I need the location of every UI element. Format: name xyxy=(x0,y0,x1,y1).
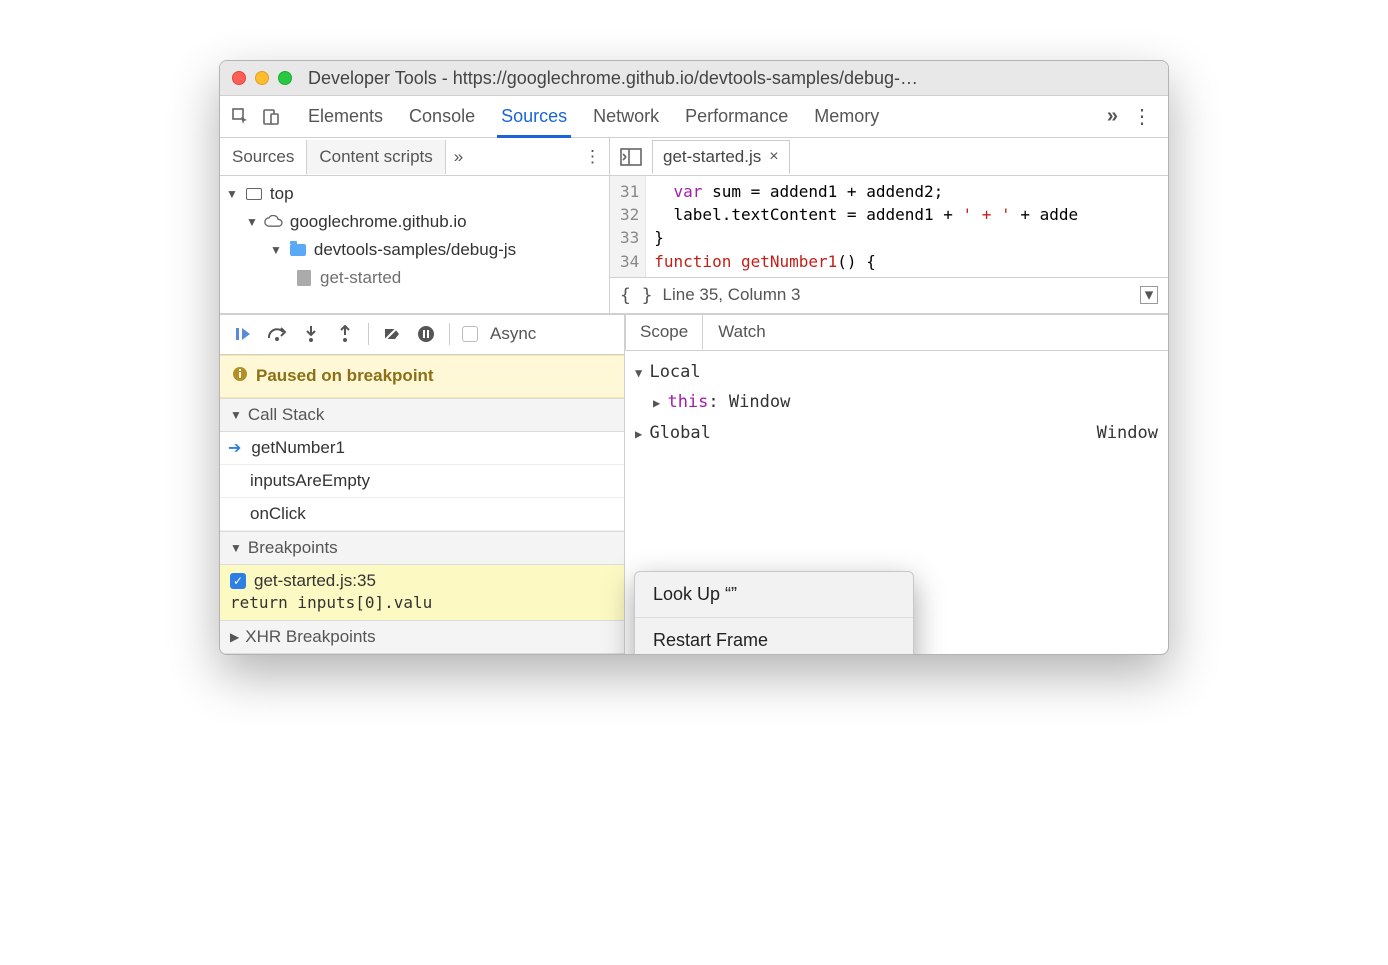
step-into-icon[interactable] xyxy=(300,323,322,345)
more-navigator-tabs-icon[interactable]: » xyxy=(446,147,471,167)
stack-frame[interactable]: inputsAreEmpty xyxy=(220,465,624,498)
sources-split: Sources Content scripts » ⋮ ▼ top ▼ goog xyxy=(220,138,1168,314)
step-out-icon[interactable] xyxy=(334,323,356,345)
tree-label: devtools-samples/debug-js xyxy=(314,240,516,260)
frame-icon xyxy=(244,186,264,202)
caret-down-icon: ▼ xyxy=(270,243,282,257)
line-gutter: 31 32 33 34 xyxy=(610,176,646,277)
debugger-left: Async Paused on breakpoint ▼ Call Stack … xyxy=(220,315,625,654)
scope-local[interactable]: ▼ Local xyxy=(635,357,1158,388)
window-title: Developer Tools - https://googlechrome.g… xyxy=(292,68,1156,89)
more-tabs-icon[interactable]: » xyxy=(1107,105,1118,128)
editor-panel: get-started.js × 31 32 33 34 var sum = a… xyxy=(610,138,1168,313)
breakpoint-row[interactable]: ✓ get-started.js:35 xyxy=(220,565,624,593)
deactivate-breakpoints-icon[interactable] xyxy=(381,323,403,345)
info-icon xyxy=(232,366,248,387)
scope-this[interactable]: ▶ this: Window xyxy=(635,387,1158,418)
settings-menu-icon[interactable]: ⋮ xyxy=(1126,104,1158,129)
tab-network[interactable]: Network xyxy=(591,98,661,135)
caret-down-icon: ▼ xyxy=(226,187,238,201)
tree-domain[interactable]: ▼ googlechrome.github.io xyxy=(220,208,609,236)
folder-icon xyxy=(288,242,308,258)
tab-sources[interactable]: Sources xyxy=(499,98,569,135)
close-window-icon[interactable] xyxy=(232,71,246,85)
stack-frame[interactable]: onClick xyxy=(220,498,624,531)
code-content: var sum = addend1 + addend2; label.textC… xyxy=(646,176,1086,277)
close-tab-icon[interactable]: × xyxy=(769,148,778,166)
async-checkbox[interactable] xyxy=(462,326,478,342)
caret-right-icon: ▶ xyxy=(653,396,667,410)
step-over-icon[interactable] xyxy=(266,323,288,345)
breakpoint-code: return inputs[0].valu xyxy=(220,593,624,620)
file-icon xyxy=(294,270,314,286)
code-editor[interactable]: 31 32 33 34 var sum = addend1 + addend2;… xyxy=(610,176,1168,277)
pretty-print-icon[interactable]: { } xyxy=(620,285,653,306)
current-frame-icon: ➔ xyxy=(228,438,241,458)
devtools-window: Developer Tools - https://googlechrome.g… xyxy=(219,60,1169,655)
scope-body: ▼ Local ▶ this: Window ▶ Global Window xyxy=(625,351,1168,455)
tree-label: get-started xyxy=(320,268,401,288)
caret-down-icon: ▼ xyxy=(246,215,258,229)
file-tree: ▼ top ▼ googlechrome.github.io ▼ devtool… xyxy=(220,176,609,313)
editor-dropdown-icon[interactable]: ▾ xyxy=(1140,286,1158,304)
tab-console[interactable]: Console xyxy=(407,98,477,135)
tree-file[interactable]: get-started xyxy=(220,264,609,292)
scope-global[interactable]: ▶ Global Window xyxy=(635,418,1158,449)
navigator-menu-icon[interactable]: ⋮ xyxy=(576,147,609,167)
navigator-panel: Sources Content scripts » ⋮ ▼ top ▼ goog xyxy=(220,138,610,313)
device-toolbar-icon[interactable] xyxy=(260,106,282,128)
pause-banner: Paused on breakpoint xyxy=(220,355,624,398)
navigator-tabs: Sources Content scripts » ⋮ xyxy=(220,138,609,176)
resume-icon[interactable] xyxy=(232,323,254,345)
editor-filename: get-started.js xyxy=(663,147,761,167)
tree-label: googlechrome.github.io xyxy=(290,212,467,232)
xhr-breakpoints-header[interactable]: ▶ XHR Breakpoints xyxy=(220,620,624,654)
caret-down-icon: ▼ xyxy=(635,366,649,380)
tab-memory[interactable]: Memory xyxy=(812,98,881,135)
navigator-tab-content-scripts[interactable]: Content scripts xyxy=(307,140,445,174)
caret-down-icon: ▼ xyxy=(230,541,242,555)
tree-top[interactable]: ▼ top xyxy=(220,180,609,208)
navigator-tab-sources[interactable]: Sources xyxy=(220,140,307,175)
pause-exceptions-icon[interactable] xyxy=(415,323,437,345)
tree-folder[interactable]: ▼ devtools-samples/debug-js xyxy=(220,236,609,264)
editor-toolbar: get-started.js × xyxy=(610,138,1168,176)
debug-toolbar: Async xyxy=(220,315,624,355)
tab-scope[interactable]: Scope xyxy=(625,314,703,350)
menu-restart-frame[interactable]: Restart Frame xyxy=(635,624,913,655)
caret-right-icon: ▶ xyxy=(230,630,239,644)
breakpoints-header[interactable]: ▼ Breakpoints xyxy=(220,531,624,565)
inspect-element-icon[interactable] xyxy=(230,106,252,128)
cursor-position: Line 35, Column 3 xyxy=(663,285,801,305)
breakpoint-checkbox[interactable]: ✓ xyxy=(230,573,246,589)
cloud-icon xyxy=(264,214,284,230)
panel-tabs: Elements Console Sources Network Perform… xyxy=(306,98,1099,135)
tree-label: top xyxy=(270,184,294,204)
caret-right-icon: ▶ xyxy=(635,427,649,441)
minimize-window-icon[interactable] xyxy=(255,71,269,85)
stack-frame[interactable]: ➔ getNumber1 xyxy=(220,432,624,465)
main-toolbar: Elements Console Sources Network Perform… xyxy=(220,96,1168,138)
tab-performance[interactable]: Performance xyxy=(683,98,790,135)
call-stack-header[interactable]: ▼ Call Stack xyxy=(220,398,624,432)
navigator-toggle-icon[interactable] xyxy=(610,148,652,166)
scope-tabs: Scope Watch xyxy=(625,315,1168,351)
tab-watch[interactable]: Watch xyxy=(703,314,781,350)
editor-file-tab[interactable]: get-started.js × xyxy=(652,140,790,174)
window-controls xyxy=(232,71,292,85)
caret-down-icon: ▼ xyxy=(230,408,242,422)
titlebar: Developer Tools - https://googlechrome.g… xyxy=(220,61,1168,96)
menu-lookup[interactable]: Look Up “” xyxy=(635,578,913,611)
zoom-window-icon[interactable] xyxy=(278,71,292,85)
async-label: Async xyxy=(490,324,536,344)
editor-status-bar: { } Line 35, Column 3 ▾ xyxy=(610,277,1168,313)
tab-elements[interactable]: Elements xyxy=(306,98,385,135)
context-menu: Look Up “” Restart Frame Copy Stack Trac… xyxy=(634,571,914,655)
